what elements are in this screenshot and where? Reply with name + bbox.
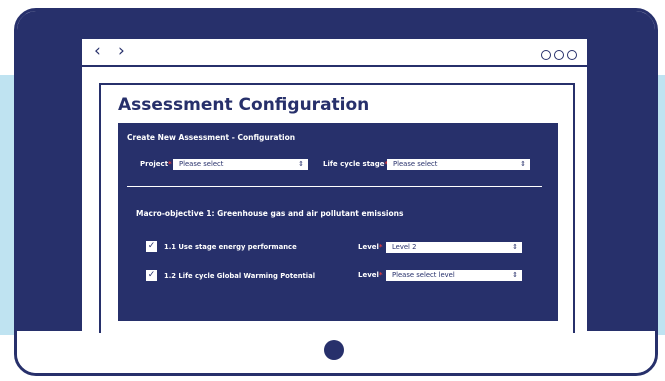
life-cycle-stage-label: Life cycle stage* bbox=[323, 160, 388, 168]
chevron-right-icon[interactable]: › bbox=[118, 41, 125, 61]
circle-icon bbox=[554, 50, 564, 60]
page-content: Assessment Configuration Create New Asse… bbox=[99, 83, 575, 333]
browser-window: ‹ › Assessment Configuration Create New … bbox=[82, 39, 587, 333]
browser-toolbar: ‹ › bbox=[82, 39, 587, 67]
three-circles-icon[interactable] bbox=[538, 45, 577, 60]
criterion-2-checkbox[interactable]: ✓ bbox=[146, 270, 157, 281]
circle-icon bbox=[541, 50, 551, 60]
chevron-left-icon[interactable]: ‹ bbox=[94, 41, 101, 61]
select-arrows-icon: ⇕ bbox=[512, 243, 518, 251]
criterion-1-level-value: Level 2 bbox=[392, 243, 417, 251]
project-label: Project* bbox=[140, 160, 172, 168]
project-select[interactable]: Please select ⇕ bbox=[173, 159, 308, 170]
project-label-text: Project bbox=[140, 160, 169, 168]
required-mark: * bbox=[378, 271, 383, 279]
criterion-2-level-select[interactable]: Please select level ⇕ bbox=[386, 270, 522, 281]
form-heading: Create New Assessment - Configuration bbox=[127, 133, 296, 142]
monitor-chin bbox=[17, 328, 655, 373]
level-label-text: Level bbox=[358, 243, 379, 251]
page-title: Assessment Configuration bbox=[118, 95, 370, 115]
select-arrows-icon: ⇕ bbox=[520, 160, 526, 168]
required-mark: * bbox=[168, 160, 172, 168]
checkmark-icon: ✓ bbox=[147, 241, 156, 251]
criterion-2-label: 1.2 Life cycle Global Warming Potential bbox=[164, 272, 316, 280]
life-cycle-stage-select-value: Please select bbox=[393, 160, 438, 168]
configuration-panel: Create New Assessment - Configuration Pr… bbox=[118, 123, 558, 321]
divider bbox=[127, 186, 542, 187]
checkmark-icon: ✓ bbox=[147, 270, 156, 280]
criterion-2-level-label: Level* bbox=[358, 271, 383, 279]
criterion-1-level-label: Level* bbox=[358, 243, 383, 251]
project-select-value: Please select bbox=[179, 160, 224, 168]
required-mark: * bbox=[378, 243, 383, 251]
circle-icon bbox=[567, 50, 577, 60]
life-cycle-stage-label-text: Life cycle stage bbox=[323, 160, 385, 168]
criterion-1-label: 1.1 Use stage energy performance bbox=[164, 243, 297, 251]
monitor-frame: ‹ › Assessment Configuration Create New … bbox=[14, 8, 658, 376]
select-arrows-icon: ⇕ bbox=[512, 271, 518, 279]
criterion-2-level-value: Please select level bbox=[392, 271, 455, 279]
life-cycle-stage-select[interactable]: Please select ⇕ bbox=[387, 159, 530, 170]
select-arrows-icon: ⇕ bbox=[298, 160, 304, 168]
monitor-button-icon bbox=[324, 340, 344, 360]
criterion-1-level-select[interactable]: Level 2 ⇕ bbox=[386, 242, 522, 253]
criterion-1-checkbox[interactable]: ✓ bbox=[146, 241, 157, 252]
macro-objective-heading: Macro-objective 1: Greenhouse gas and ai… bbox=[136, 209, 404, 218]
level-label-text: Level bbox=[358, 271, 379, 279]
